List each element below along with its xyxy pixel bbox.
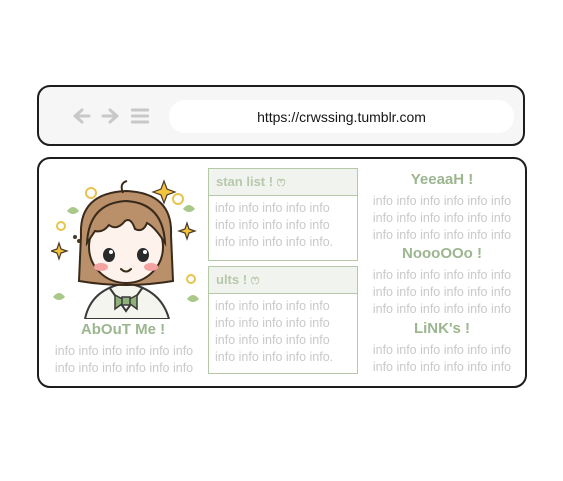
ults-body: info info info info info info info info … (209, 294, 357, 366)
yeah-line: info info info info info info (372, 228, 512, 242)
links-title[interactable]: LiNK's ! (367, 319, 517, 339)
ults-line: info info info info info. (215, 350, 334, 364)
avatar (49, 171, 201, 320)
ults-line: info info info info info (215, 316, 330, 330)
forward-arrow-icon[interactable] (99, 105, 121, 127)
stan-list-line: info info info info info. (215, 235, 334, 249)
about-me-text: info info info info info info info info … (49, 343, 199, 377)
stan-list-box: stan list ! ෆ info info info info info i… (208, 168, 358, 261)
yeah-section: YeeaaH ! info info info info info info i… (367, 170, 517, 244)
url-bar[interactable]: https://crwssing.tumblr.com (169, 100, 514, 133)
about-me-title: AbOuT Me ! (80, 321, 166, 338)
stan-list-line: info info info info info (215, 201, 330, 215)
stan-list-title[interactable]: stan list ! ෆ (209, 169, 357, 196)
nooo-line: info info info info info info (372, 285, 512, 299)
ults-title[interactable]: ults ! ෆ (209, 267, 357, 294)
nooo-title: NoooOOo ! (402, 245, 482, 262)
nooo-line: info info info info info info (372, 268, 512, 282)
url-text: https://crwssing.tumblr.com (257, 108, 426, 125)
back-arrow-icon[interactable] (71, 105, 93, 127)
links-section: LiNK's ! info info info info info info i… (367, 319, 517, 376)
about-line: info info info info info info (54, 344, 194, 358)
yeah-line: info info info info info info (372, 211, 512, 225)
ults-box: ults ! ෆ info info info info info info i… (208, 266, 358, 374)
ults-line: info info info info info (215, 299, 330, 313)
browser-toolbar: https://crwssing.tumblr.com (37, 85, 525, 146)
stan-list-body: info info info info info info info info … (209, 196, 357, 251)
page-content: AbOuT Me ! info info info info info info… (37, 157, 527, 388)
menu-icon[interactable] (129, 105, 151, 127)
stan-list-line: info info info info info (215, 218, 330, 232)
links-line[interactable]: info info info info info info (367, 342, 517, 359)
about-line: info info info info info info (54, 361, 194, 375)
ults-line: info info info info info (215, 333, 330, 347)
links-line[interactable]: info info info info info info (367, 359, 517, 376)
nooo-line: info info info info info info (372, 302, 512, 316)
nooo-section: NoooOOo ! info info info info info info … (367, 244, 517, 318)
yeah-title: YeeaaH ! (410, 171, 474, 188)
yeah-line: info info info info info info (372, 194, 512, 208)
